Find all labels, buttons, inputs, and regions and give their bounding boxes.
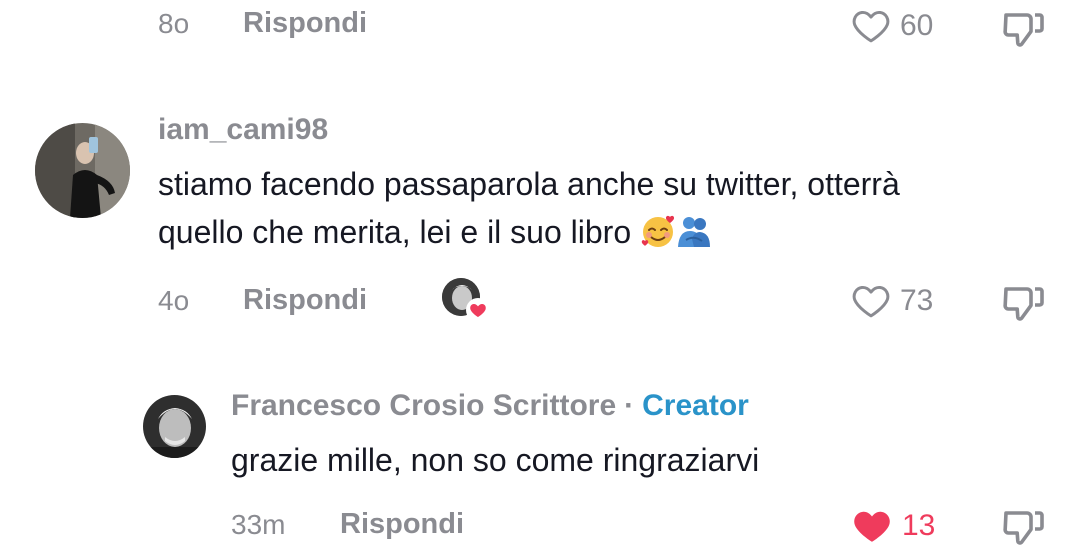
reply-text: grazie mille, non so come ringraziarvi [231, 442, 760, 478]
creator-badge: Creator [642, 389, 749, 422]
reply-username[interactable]: Francesco Crosio Scrittore [231, 389, 616, 423]
avatar[interactable] [35, 123, 130, 218]
heart-outline-icon [852, 285, 890, 318]
like-count: 60 [900, 9, 934, 42]
like-button[interactable]: 13 [850, 505, 935, 547]
comment-text-line: quello che merita, lei e il suo libro [158, 208, 1038, 256]
smiling-face-with-hearts-icon [641, 215, 675, 247]
avatar-image [35, 123, 130, 218]
like-button[interactable]: 60 [850, 5, 933, 47]
comment-text-line: stiamo facendo passaparola anche su twit… [158, 166, 900, 202]
avatar[interactable] [143, 395, 206, 458]
dislike-icon[interactable] [1000, 280, 1048, 324]
like-button[interactable]: 73 [850, 280, 933, 322]
like-count: 73 [900, 284, 934, 317]
like-count: 13 [902, 509, 936, 542]
heart-outline-icon [852, 10, 890, 43]
comment-text: stiamo facendo passaparola anche su twit… [158, 160, 1038, 256]
creator-liked-avatar [442, 278, 490, 324]
comment-time: 8o [158, 8, 190, 39]
avatar-image [143, 395, 206, 458]
dislike-icon[interactable] [1000, 6, 1048, 50]
comment-username[interactable]: iam_cami98 [158, 113, 328, 147]
heart-filled-icon [466, 298, 490, 322]
reply-header: Francesco Crosio Scrittore · Creator [231, 389, 749, 423]
separator-dot: · [624, 389, 635, 422]
people-hugging-icon [678, 217, 711, 247]
reply-button[interactable]: Rispondi [243, 7, 367, 40]
reply-time: 33m [231, 509, 286, 540]
comment-time: 4o [158, 285, 190, 316]
reply-button[interactable]: Rispondi [340, 508, 464, 541]
reply-button[interactable]: Rispondi [243, 284, 367, 317]
dislike-icon[interactable] [1000, 504, 1048, 548]
comment-text-line2: quello che merita, lei e il suo libro [158, 214, 632, 250]
heart-filled-icon [854, 511, 890, 542]
